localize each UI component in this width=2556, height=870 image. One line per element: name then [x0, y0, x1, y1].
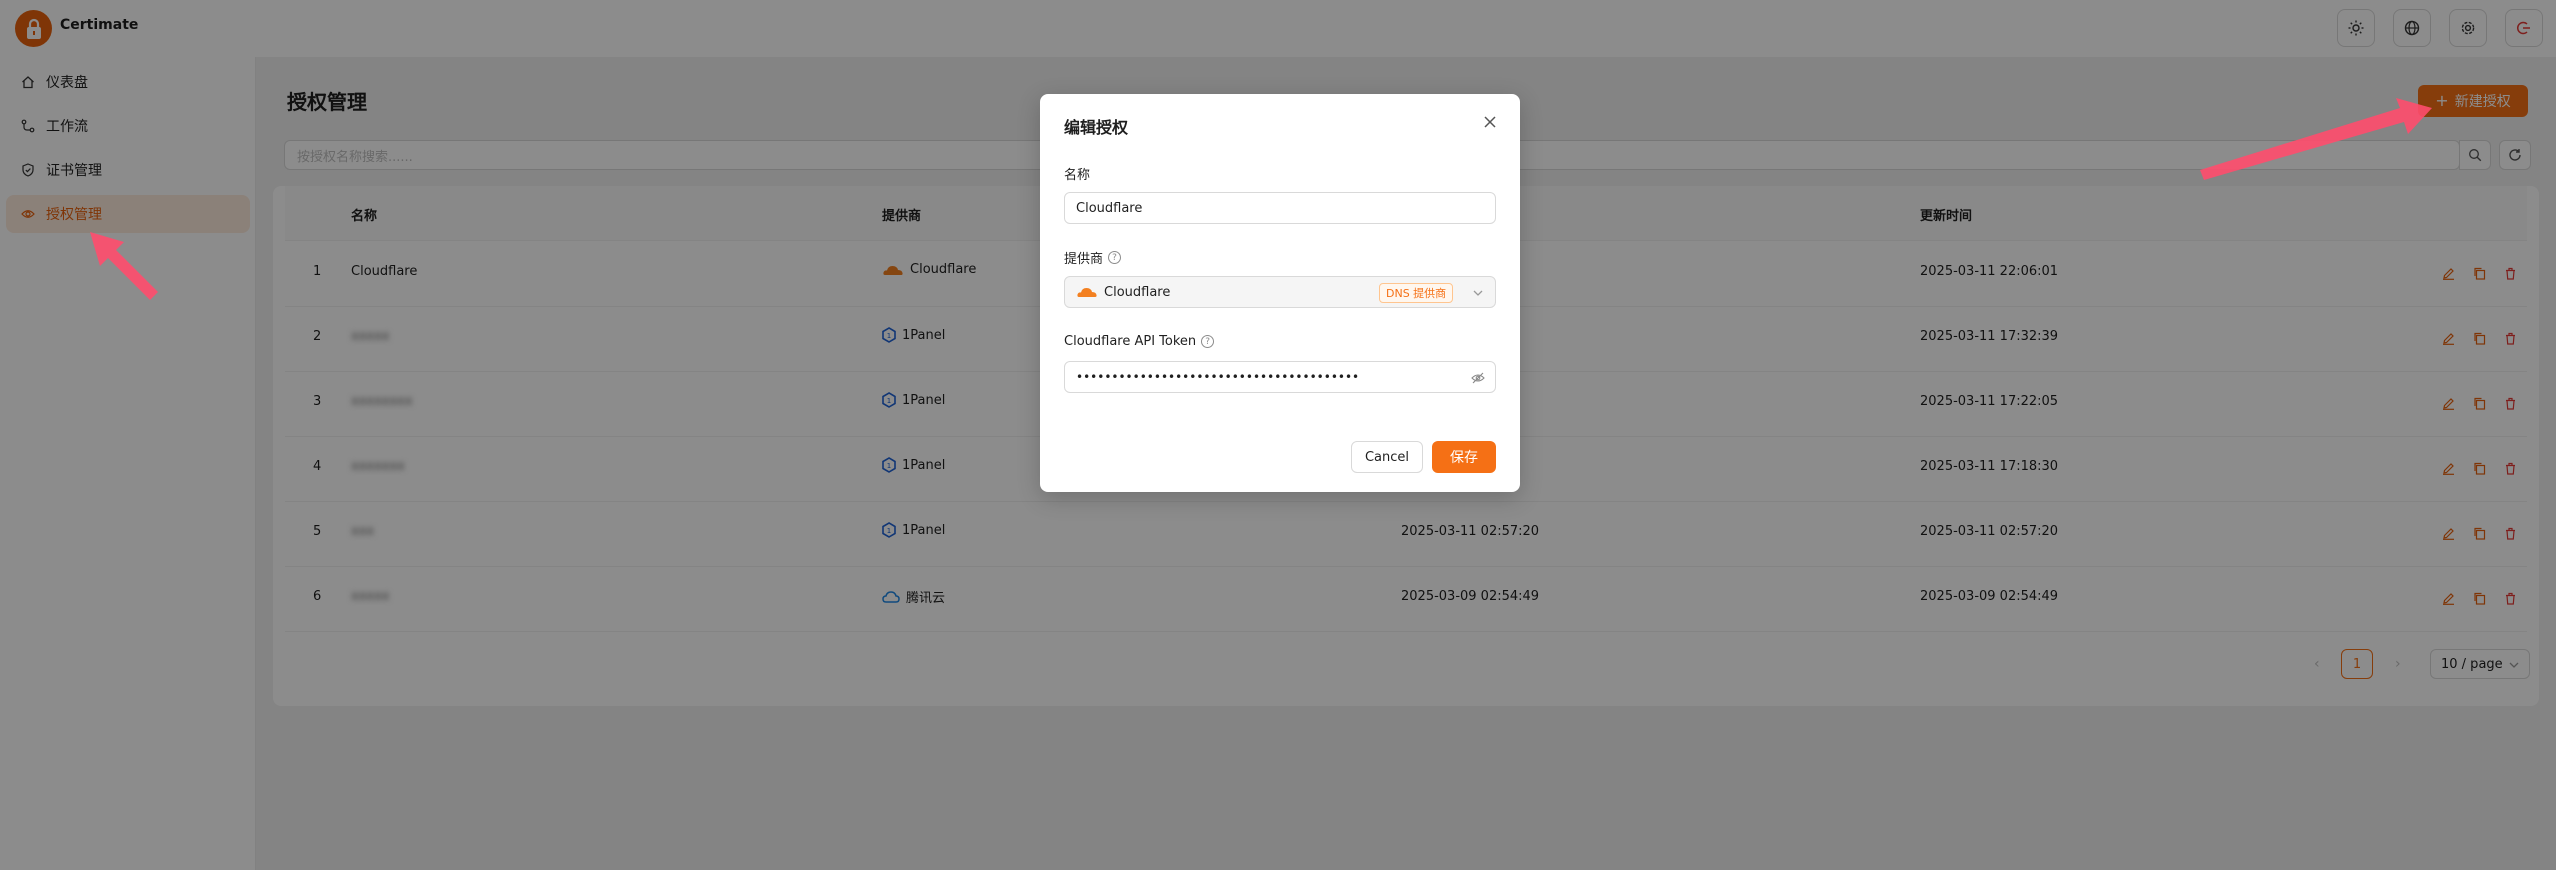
token-field[interactable]: •••••••••••••••••••••••••••••••••••••••• [1064, 361, 1496, 393]
provider-select[interactable]: Cloudflare DNS 提供商 [1064, 276, 1496, 308]
chevron-down-icon [1473, 290, 1483, 296]
edit-access-modal: 编辑授权 名称 Cloudflare 提供商? Cloudflare DNS 提… [1040, 94, 1520, 492]
name-field[interactable]: Cloudflare [1064, 192, 1496, 224]
name-value: Cloudflare [1076, 200, 1143, 216]
close-icon [1484, 116, 1496, 128]
help-icon: ? [1108, 251, 1122, 264]
provider-value: Cloudflare [1104, 284, 1171, 300]
cloudflare-icon [1077, 288, 1097, 297]
modal-title: 编辑授权 [1064, 118, 1129, 137]
provider-type-tag: DNS 提供商 [1379, 283, 1454, 303]
help-icon: ? [1201, 335, 1215, 348]
cancel-button[interactable]: Cancel [1351, 441, 1423, 473]
token-label: Cloudflare API Token? [1064, 334, 1215, 349]
token-value: •••••••••••••••••••••••••••••••••••••••• [1076, 370, 1360, 384]
provider-label: 提供商? [1064, 248, 1122, 267]
close-button[interactable] [1480, 112, 1500, 132]
eye-invisible-icon [1471, 372, 1485, 384]
name-label: 名称 [1064, 168, 1091, 183]
save-button[interactable]: 保存 [1432, 441, 1496, 473]
